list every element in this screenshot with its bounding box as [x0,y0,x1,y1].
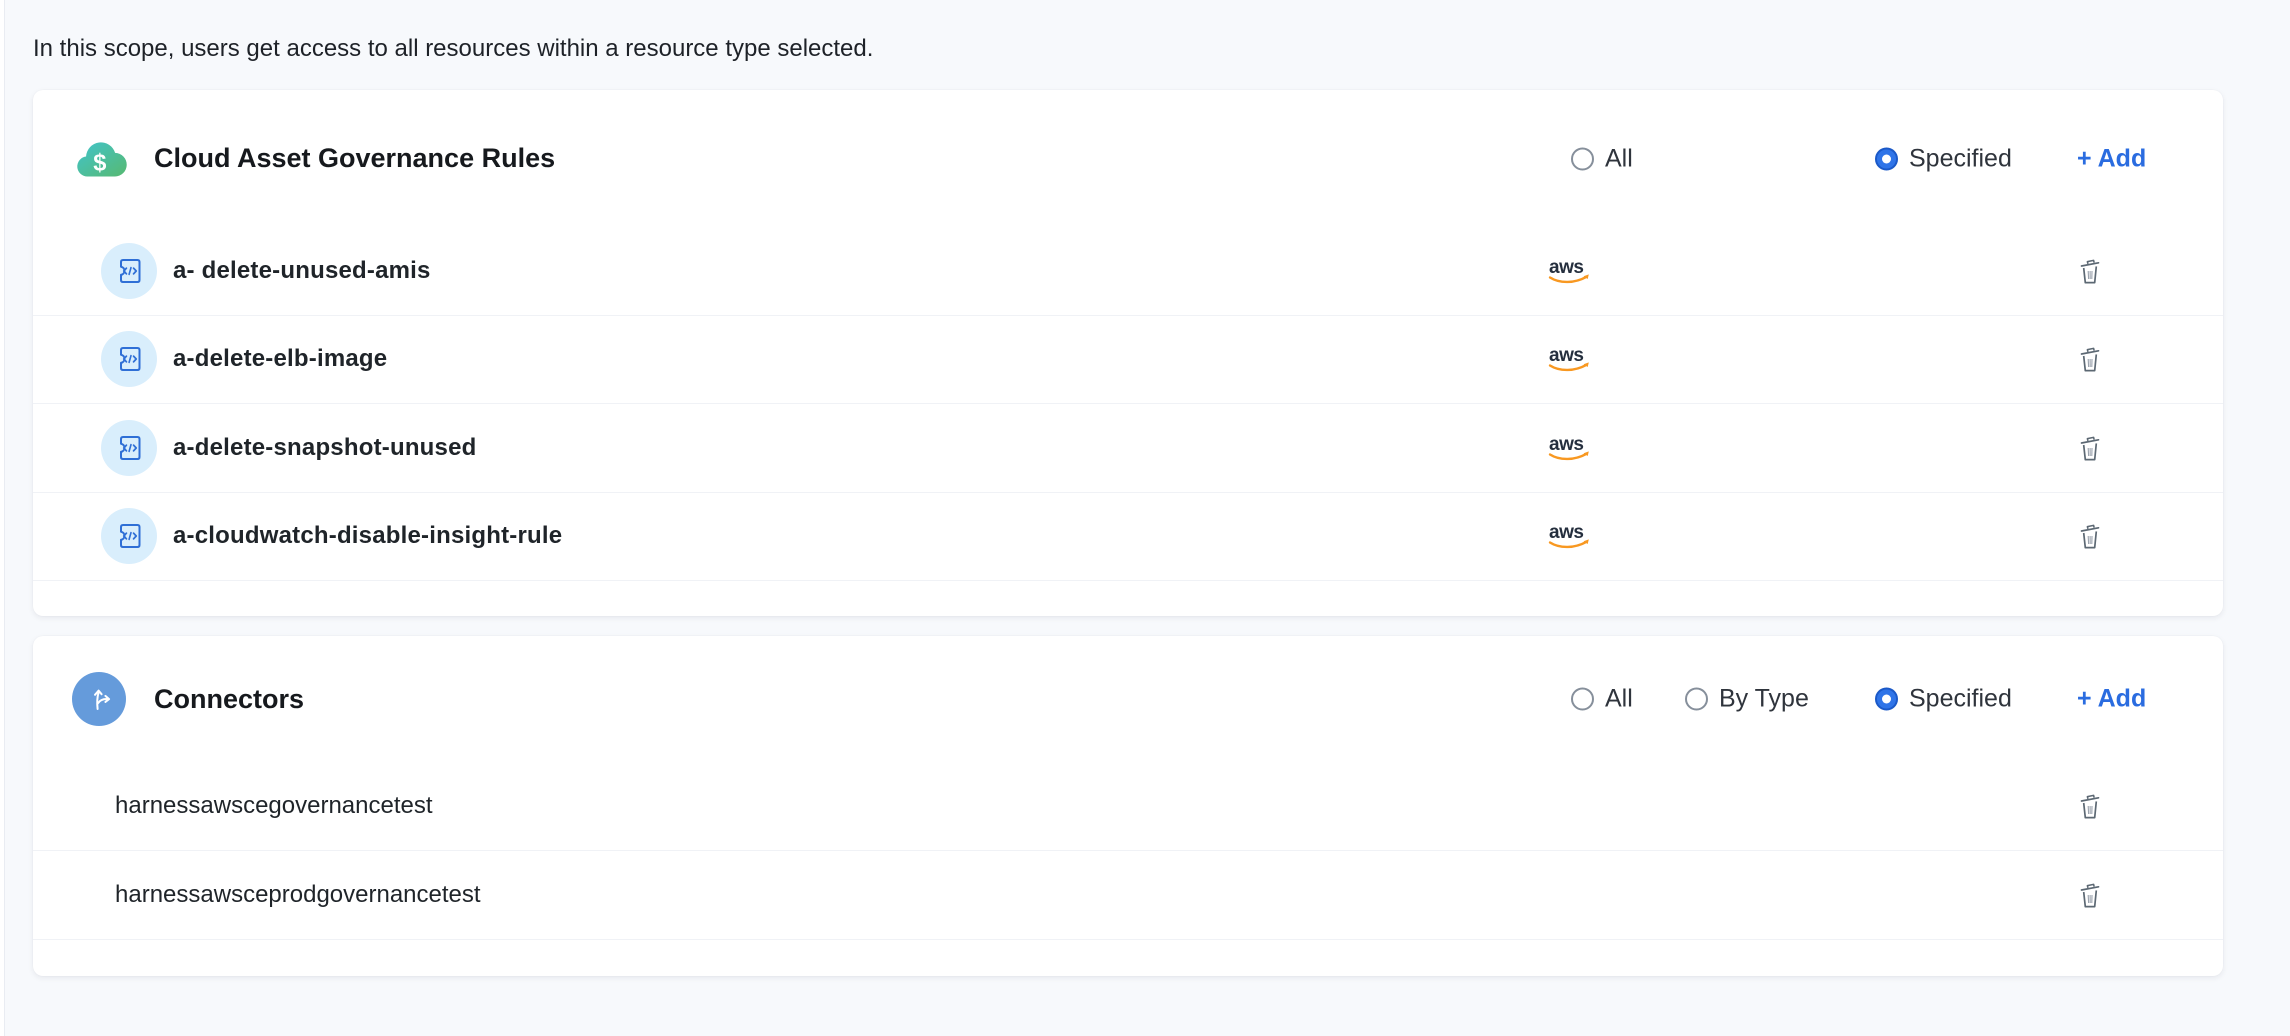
governance-card-header: $ Cloud Asset Governance Rules All Speci… [33,90,2223,227]
delete-connector-button[interactable] [2071,875,2109,915]
delete-rule-button[interactable] [2071,339,2109,379]
trash-icon [2074,431,2106,465]
connector-name: harnessawsceprodgovernancetest [115,881,481,909]
governance-radio-all[interactable]: All [1571,144,1633,173]
governance-add-button[interactable]: + Add [2077,144,2146,173]
governance-rule-row: a-delete-elb-image [33,316,2223,405]
connectors-card-title: Connectors [154,684,304,715]
governance-rule-row: a-cloudwatch-disable-insight-rule [33,493,2223,582]
connector-row: harnessawscegovernancetest [33,762,2223,851]
aws-logo-icon [1545,433,1593,463]
radio-label: All [1605,685,1633,714]
rule-name: a-delete-elb-image [173,345,387,373]
connector-name: harnessawscegovernancetest [115,792,433,820]
radio-label: By Type [1719,685,1809,714]
scope-description: In this scope, users get access to all r… [33,34,873,64]
governance-card-title: Cloud Asset Governance Rules [154,143,555,174]
connectors-radio-by-type[interactable]: By Type [1685,685,1809,714]
cloud-dollar-icon: $ [71,131,127,187]
panel-left-edge [0,0,5,1036]
connectors-add-button[interactable]: + Add [2077,685,2146,714]
connectors-card: Connectors All By Type Specified + Add h… [33,636,2223,976]
svg-text:$: $ [93,150,106,176]
rule-name: a- delete-unused-amis [173,257,431,285]
radio-label: Specified [1909,144,2012,173]
governance-rules-card: $ Cloud Asset Governance Rules All Speci… [33,90,2223,616]
aws-logo-icon [1545,256,1593,286]
radio-label: Specified [1909,685,2012,714]
connectors-radio-specified[interactable]: Specified [1875,685,2012,714]
radio-selected-icon[interactable] [1875,147,1898,170]
trash-icon [2074,878,2106,912]
radio-label: All [1605,144,1633,173]
trash-icon [2074,789,2106,823]
radio-unselected-icon[interactable] [1571,688,1594,711]
rule-name: a-cloudwatch-disable-insight-rule [173,522,562,550]
delete-rule-button[interactable] [2071,516,2109,556]
delete-rule-button[interactable] [2071,428,2109,468]
branch-arrows-icon [71,671,127,727]
rule-name: a-delete-snapshot-unused [173,434,477,462]
aws-logo-icon [1545,521,1593,551]
delete-rule-button[interactable] [2071,251,2109,291]
connectors-card-header: Connectors All By Type Specified + Add [33,636,2223,762]
trash-icon [2074,342,2106,376]
radio-unselected-icon[interactable] [1685,688,1708,711]
connectors-radio-all[interactable]: All [1571,685,1633,714]
aws-logo-icon [1545,344,1593,374]
delete-connector-button[interactable] [2071,786,2109,826]
governance-rule-row: a- delete-unused-amis [33,227,2223,316]
trash-icon [2074,254,2106,288]
governance-rule-icon [101,243,157,299]
connector-row: harnessawsceprodgovernancetest [33,851,2223,940]
governance-rule-row: a-delete-snapshot-unused [33,404,2223,493]
radio-unselected-icon[interactable] [1571,147,1594,170]
trash-icon [2074,519,2106,553]
governance-rule-icon [101,331,157,387]
radio-selected-icon[interactable] [1875,688,1898,711]
governance-rule-icon [101,508,157,564]
governance-rule-icon [101,420,157,476]
governance-radio-specified[interactable]: Specified [1875,144,2012,173]
